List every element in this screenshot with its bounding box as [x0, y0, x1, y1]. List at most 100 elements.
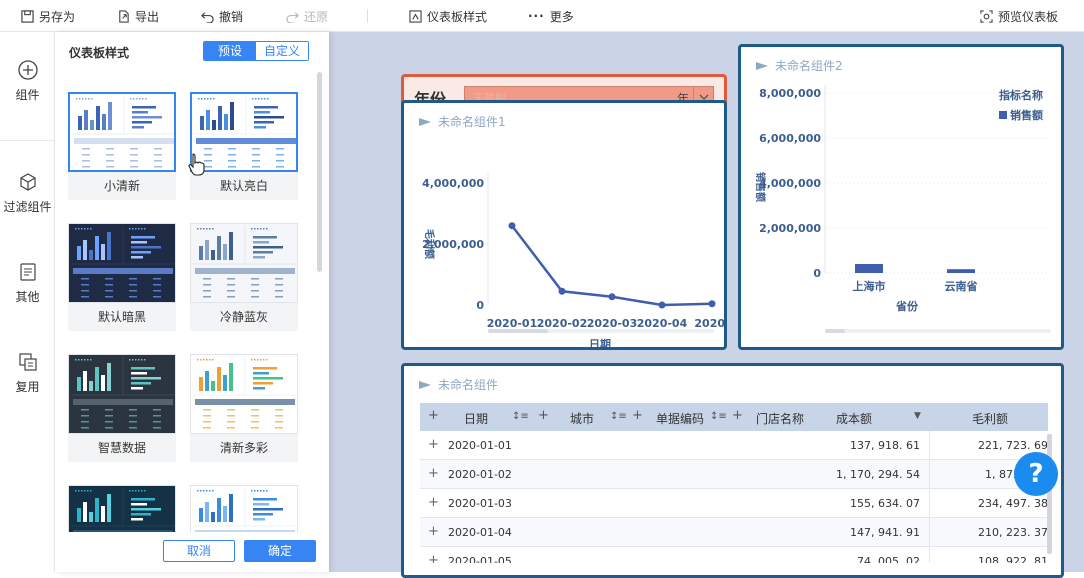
nav-component[interactable]: 组件 — [0, 60, 55, 103]
theme-preview-graphic — [192, 94, 296, 170]
nav-other[interactable]: 其他 — [0, 262, 55, 305]
expand-plus-icon[interactable]: + — [428, 466, 439, 481]
confirm-button[interactable]: 确定 — [244, 540, 316, 562]
col-date[interactable]: 日期 — [464, 410, 488, 427]
expand-plus-icon[interactable]: + — [428, 495, 439, 510]
data-point[interactable] — [508, 222, 516, 230]
theme-thumbnail[interactable] — [68, 92, 176, 172]
sort-icon[interactable]: ↕≡ — [710, 411, 727, 422]
table-row[interactable]: +2020-01-021, 170, 294. 541, 873, 755 — [420, 460, 1048, 489]
line-chart: 4,000,0002,000,0000毛利额2020-01 2020-02 2020… — [422, 173, 724, 347]
sort-icon[interactable]: ↕≡ — [610, 411, 627, 422]
table-vscroll[interactable] — [1047, 434, 1052, 554]
legend-item-label[interactable]: 销售额 — [1010, 108, 1043, 122]
data-point[interactable] — [708, 300, 716, 308]
theme-name: 智慧数据 — [68, 434, 176, 462]
col-store-name[interactable]: 门店名称 — [756, 410, 824, 427]
col-cost[interactable]: 成本额 — [836, 410, 872, 427]
expand-plus-icon[interactable]: + — [428, 524, 439, 539]
legend-swatch — [999, 111, 1007, 119]
redo-icon — [286, 11, 299, 23]
data-point[interactable] — [608, 293, 616, 301]
column-divider — [929, 518, 930, 547]
help-button[interactable]: ? — [1014, 452, 1058, 496]
expand-plus-icon[interactable]: + — [732, 408, 743, 423]
undo-icon — [201, 11, 214, 23]
theme-thumbnail[interactable] — [190, 223, 298, 303]
cell-date: 2020-01-02 — [448, 468, 512, 481]
theme-card[interactable] — [190, 485, 298, 532]
save-icon — [21, 9, 34, 23]
cell-date: 2020-01-05 — [448, 555, 512, 563]
preview-icon — [980, 9, 993, 23]
nav-filter-label: 过滤组件 — [3, 200, 52, 214]
theme-thumbnail[interactable] — [190, 485, 298, 532]
toolbar-divider — [367, 9, 368, 23]
expand-plus-icon[interactable]: + — [632, 408, 643, 423]
export-button[interactable]: 导出 — [117, 7, 159, 25]
theme-card[interactable]: 默认亮白 — [190, 92, 298, 200]
cancel-button[interactable]: 取消 — [163, 540, 235, 562]
expand-plus-icon[interactable]: + — [428, 553, 439, 563]
undo-button[interactable]: 撤销 — [201, 7, 243, 25]
line-chart-widget[interactable]: 未命名组件1 4,000,000 2,000,000 0 毛利额 2020-01 2020… — [401, 100, 727, 350]
chart2-hscroll[interactable] — [825, 329, 1051, 333]
theme-thumbnail[interactable] — [68, 223, 176, 303]
theme-card[interactable]: 默认暗黑 — [68, 223, 176, 331]
theme-card[interactable]: 清新多彩 — [190, 354, 298, 462]
expand-plus-icon[interactable]: + — [538, 408, 549, 423]
theme-card[interactable] — [68, 485, 176, 532]
data-table: + 日期 ↕≡ + 城市 ↕≡ + 单据编码 ↕≡ + 门店名称 成本额 ▼ 毛… — [420, 403, 1048, 563]
save-as-button[interactable]: 另存为 — [21, 7, 75, 25]
table-header: + 日期 ↕≡ + 城市 ↕≡ + 单据编码 ↕≡ + 门店名称 成本额 ▼ 毛… — [420, 403, 1048, 431]
col-city[interactable]: 城市 — [570, 410, 594, 427]
table-widget[interactable]: 未命名组件 + 日期 ↕≡ + 城市 ↕≡ + 单据编码 ↕≡ + 门店名称 成… — [401, 363, 1064, 578]
sort-icon[interactable]: ↕≡ — [512, 411, 529, 422]
bar[interactable] — [947, 269, 975, 273]
col-doc-code[interactable]: 单据编码 — [656, 410, 704, 427]
dashboard-style-button[interactable]: 仪表板样式 — [409, 7, 487, 25]
y-tick-label: 6,000,000 — [759, 132, 821, 145]
widget3-title: 未命名组件 — [418, 376, 498, 393]
nav-filter-component[interactable]: 过滤组件 — [0, 172, 55, 215]
data-point[interactable] — [658, 301, 666, 309]
tab-custom[interactable]: 自定义 — [256, 42, 308, 60]
cell-cost: 155, 634. 07 — [850, 497, 920, 510]
cell-profit: 210, 223. 37 — [978, 526, 1048, 539]
y-tick-label: 4,000,000 — [422, 177, 484, 190]
table-row[interactable]: +2020-01-05 74, 005. 02 108, 922. 81 — [420, 547, 1048, 563]
theme-thumbnail[interactable] — [190, 354, 298, 434]
bar-chart-widget[interactable]: 未命名组件2 8,000,000 6,000,000 4,000,000 2,000,… — [738, 44, 1064, 350]
expand-plus-icon[interactable]: + — [428, 437, 439, 452]
cell-cost: 137, 918. 61 — [850, 439, 920, 452]
tab-preset[interactable]: 预设 — [204, 42, 256, 60]
cell-cost: 147, 941. 91 — [850, 526, 920, 539]
redo-button[interactable]: 还原 — [286, 7, 328, 25]
theme-card[interactable]: 智慧数据 — [68, 354, 176, 462]
cube-icon — [19, 173, 36, 191]
theme-card[interactable]: 冷静蓝灰 — [190, 223, 298, 331]
column-divider — [929, 431, 930, 460]
more-button[interactable]: ··· 更多 — [528, 7, 574, 25]
preview-dashboard-button[interactable]: 预览仪表板 — [980, 7, 1058, 25]
nav-other-label: 其他 — [15, 290, 40, 304]
table-row[interactable]: +2020-01-04 147, 941. 91 210, 223. 37 — [420, 518, 1048, 547]
sort-desc-icon[interactable]: ▼ — [914, 411, 921, 421]
panel-scrollbar[interactable] — [317, 72, 322, 272]
col-profit[interactable]: 毛利额 — [972, 410, 1008, 427]
bar[interactable] — [855, 264, 883, 273]
nav-reuse[interactable]: 复用 — [0, 352, 55, 395]
y-axis-label: 毛利额 — [423, 229, 436, 259]
theme-card[interactable]: 小清新 — [68, 92, 176, 200]
table-row[interactable]: +2020-01-03 155, 634. 07 234, 497. 38 — [420, 489, 1048, 518]
y-axis-label: 销售额 — [754, 172, 767, 202]
table-row[interactable]: +2020-01-01 137, 918. 61 221, 723. 69 — [420, 431, 1048, 460]
theme-preview-graphic — [69, 224, 175, 302]
chart1-hscroll[interactable] — [488, 329, 714, 333]
theme-thumbnail[interactable] — [68, 354, 176, 434]
theme-thumbnail[interactable] — [68, 485, 176, 532]
data-point[interactable] — [558, 287, 566, 295]
theme-name: 默认暗黑 — [68, 303, 176, 331]
dashboard-style-label: 仪表板样式 — [427, 9, 488, 24]
expand-plus-icon[interactable]: + — [428, 408, 439, 423]
